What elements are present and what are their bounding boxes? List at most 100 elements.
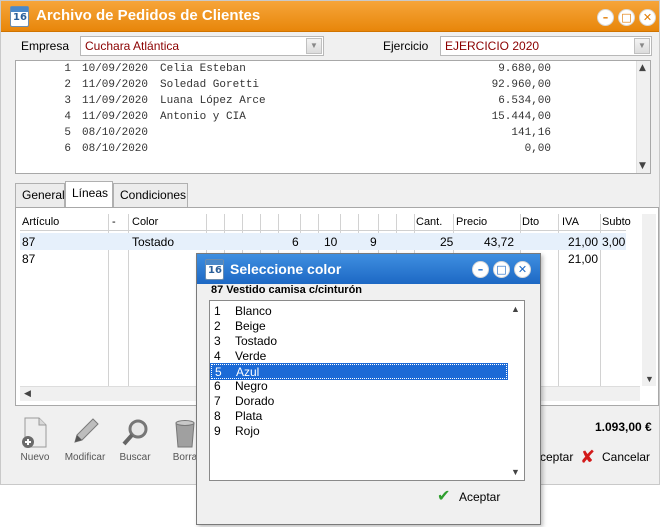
nuevo-button[interactable]: Nuevo [10, 416, 60, 463]
scroll-left-icon[interactable]: ◀ [24, 388, 31, 399]
color-option[interactable]: 7 Dorado [211, 394, 507, 409]
header-subtotal: Subto [602, 216, 631, 228]
list-item[interactable]: 6 08/10/2020 0,00 [16, 143, 636, 159]
order-client: Soledad Goretti [160, 79, 260, 91]
header-dto: Dto [522, 216, 540, 228]
order-num: 2 [64, 79, 71, 91]
color-option[interactable]: 2 Beige [211, 319, 507, 334]
order-amount: 0,00 [524, 143, 551, 155]
tab-condiciones[interactable]: Condiciones [113, 183, 188, 207]
window-title: Archivo de Pedidos de Clientes [36, 7, 261, 24]
calendar-icon: 16 [10, 6, 29, 27]
dialog-accept-button[interactable]: ✔ Aceptar [437, 486, 501, 505]
buscar-button[interactable]: Buscar [110, 416, 160, 463]
order-date: 11/09/2020 [82, 95, 149, 107]
dialog-title-bar: 16 Seleccione color – □ ✕ [197, 254, 540, 284]
empresa-select[interactable]: Cuchara Atlántica ▼ [80, 36, 324, 56]
order-date: 11/09/2020 [82, 111, 149, 123]
header-precio: Precio [456, 216, 488, 228]
color-label: Azul [236, 365, 260, 379]
color-option[interactable]: 1 Blanco [211, 304, 507, 319]
title-bar: 16 Archivo de Pedidos de Clientes – □ ✕ [1, 1, 659, 32]
grid-header: Artículo - Color Cant. Precio Dto IVA Su… [20, 214, 631, 231]
header-dash: - [112, 216, 116, 228]
modificar-button[interactable]: Modificar [60, 416, 110, 463]
color-number: 2 [214, 319, 221, 333]
order-num: 6 [64, 143, 71, 155]
color-label: Beige [235, 319, 266, 333]
color-label: Negro [235, 379, 268, 393]
color-label: Tostado [235, 334, 278, 348]
scroll-down-icon[interactable]: ▼ [511, 467, 520, 477]
orders-list[interactable]: 1 10/09/2020 Celia Esteban 9.680,00 2 11/09/2… [15, 60, 651, 174]
chevron-down-icon[interactable]: ▼ [306, 38, 322, 54]
order-amount: 9.680,00 [498, 63, 551, 75]
color-number: 7 [214, 394, 221, 408]
grid-vertical-scrollbar[interactable]: ▼ [642, 214, 656, 386]
color-number: 8 [214, 409, 221, 423]
header-articulo: Artículo [22, 216, 60, 228]
order-client: Antonio y CIA [160, 111, 246, 123]
color-option[interactable]: 9 Rojo [211, 424, 507, 439]
color-number: 3 [214, 334, 221, 348]
order-date: 11/09/2020 [82, 79, 149, 91]
color-number: 9 [214, 424, 221, 438]
scroll-up-icon[interactable]: ▲ [639, 63, 646, 73]
maximize-icon[interactable]: □ [493, 261, 510, 278]
maximize-icon[interactable]: □ [618, 9, 635, 26]
dialog-title: Seleccione color [230, 261, 342, 277]
ejercicio-select[interactable]: EJERCICIO 2020 ▼ [440, 36, 652, 56]
cancel-x-icon[interactable]: ✘ [580, 447, 595, 468]
order-amount: 6.534,00 [498, 95, 551, 107]
color-number: 4 [214, 349, 221, 363]
orders-scrollbar[interactable]: ▲ ▼ [636, 61, 650, 173]
tab-general[interactable]: General [15, 183, 65, 207]
color-list-scrollbar[interactable]: ▲ ▼ [508, 302, 523, 479]
header-cant: Cant. [416, 216, 443, 228]
color-list[interactable]: 1 Blanco 2 Beige 3 Tostado 4 Verde 5 Azul 6 Negro 7 D… [209, 300, 525, 481]
total-amount: 1.093,00 € [595, 420, 652, 434]
list-item[interactable]: 2 11/09/2020 Soledad Goretti 92.960,00 [16, 79, 636, 95]
list-item[interactable]: 3 11/09/2020 Luana López Arce 6.534,00 [16, 95, 636, 111]
tab-lineas[interactable]: Líneas [65, 181, 113, 207]
aceptar-button[interactable]: ceptar [540, 450, 573, 464]
color-option[interactable]: 8 Plata [211, 409, 507, 424]
color-option[interactable]: 4 Verde [211, 349, 507, 364]
accept-label: Aceptar [459, 490, 501, 504]
order-amount: 141,16 [511, 127, 551, 139]
order-date: 10/09/2020 [82, 63, 149, 75]
scroll-down-icon[interactable]: ▼ [645, 374, 654, 384]
minimize-icon[interactable]: – [472, 261, 489, 278]
color-label: Rojo [235, 424, 260, 438]
color-number: 1 [214, 304, 221, 318]
order-num: 5 [64, 127, 71, 139]
list-item[interactable]: 4 11/09/2020 Antonio y CIA 15.444,00 [16, 111, 636, 127]
article-description: 87 Vestido camisa c/cinturón [211, 284, 363, 296]
minimize-icon[interactable]: – [597, 9, 614, 26]
nuevo-label: Nuevo [20, 452, 50, 463]
order-client: Luana López Arce [160, 95, 266, 107]
header-color: Color [132, 216, 159, 228]
color-option[interactable]: 6 Negro [211, 379, 507, 394]
close-icon[interactable]: ✕ [639, 9, 656, 26]
list-item[interactable]: 1 10/09/2020 Celia Esteban 9.680,00 [16, 63, 636, 79]
order-date: 08/10/2020 [82, 127, 149, 139]
color-number: 6 [214, 379, 221, 393]
buscar-label: Buscar [119, 452, 151, 463]
color-option[interactable]: 3 Tostado [211, 334, 507, 349]
color-label: Blanco [235, 304, 272, 318]
scroll-down-icon[interactable]: ▼ [639, 161, 646, 171]
color-option[interactable]: 5 Azul [210, 363, 508, 380]
list-item[interactable]: 5 08/10/2020 141,16 [16, 127, 636, 143]
table-row[interactable]: 87 Tostado 6 10 9 25 43,72 21,00 3,00 [20, 233, 626, 250]
chevron-down-icon[interactable]: ▼ [634, 38, 650, 54]
cancelar-button[interactable]: Cancelar [602, 450, 650, 464]
order-client: Celia Esteban [160, 63, 246, 75]
magnifier-icon [119, 416, 151, 450]
pen-icon [69, 416, 101, 450]
borrar-label: Borra [172, 452, 198, 463]
scroll-up-icon[interactable]: ▲ [511, 304, 520, 314]
color-dialog: 16 Seleccione color – □ ✕ 87 Vestido cam… [196, 253, 541, 525]
check-icon: ✔ [437, 486, 451, 505]
close-icon[interactable]: ✕ [514, 261, 531, 278]
